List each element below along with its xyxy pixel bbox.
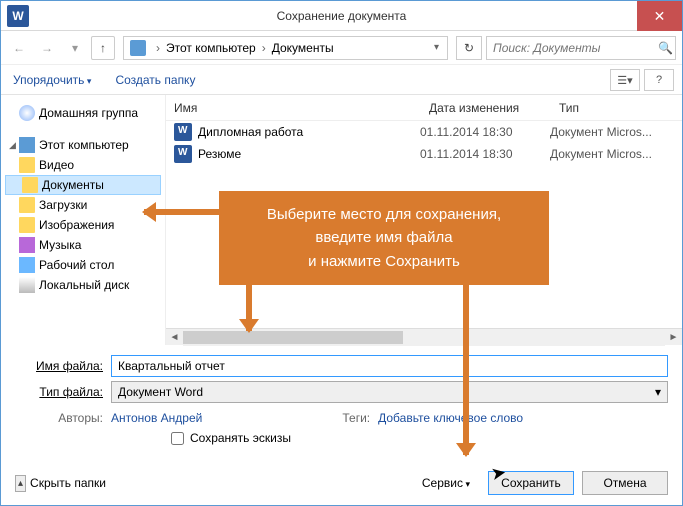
refresh-button[interactable]: ↻ — [456, 36, 482, 60]
tags-label: Теги: — [342, 411, 370, 425]
sidebar-item-desktop[interactable]: Рабочий стол — [1, 255, 165, 275]
callout-arrow-filename — [246, 281, 252, 331]
titlebar: W Сохранение документа ✕ — [1, 1, 682, 31]
authors-label: Авторы: — [15, 411, 103, 425]
hide-folders-button[interactable]: Скрыть папки — [15, 475, 106, 492]
back-button[interactable]: ← — [7, 36, 31, 60]
callout-arrow-left — [144, 209, 219, 215]
breadcrumb-dropdown-icon[interactable]: ▾ — [434, 42, 439, 53]
forward-button[interactable]: → — [35, 36, 59, 60]
search-input[interactable] — [487, 41, 656, 55]
organize-menu[interactable]: Упорядочить — [13, 73, 91, 87]
scroll-left-icon[interactable]: ◄ — [166, 329, 183, 346]
word-app-icon: W — [7, 5, 29, 27]
filename-input[interactable] — [111, 355, 668, 377]
up-button[interactable]: ↑ — [91, 36, 115, 60]
scroll-thumb[interactable] — [183, 331, 403, 344]
authors-value[interactable]: Антонов Андрей — [111, 411, 202, 425]
sidebar-this-pc[interactable]: ◢Этот компьютер — [1, 135, 165, 155]
word-doc-icon — [174, 145, 192, 163]
breadcrumb[interactable]: Этот компьютер Документы ▾ — [123, 36, 448, 60]
fields: Имя файла: Тип файла: Документ Word▾ Авт… — [1, 345, 682, 451]
tags-value[interactable]: Добавьте ключевое слово — [378, 411, 523, 425]
save-thumbnail-checkbox[interactable] — [171, 432, 184, 445]
breadcrumb-root[interactable]: Этот компьютер — [166, 41, 256, 55]
view-options-button[interactable]: ☰▾ — [610, 69, 640, 91]
sidebar-item-documents[interactable]: Документы — [5, 175, 161, 195]
column-type[interactable]: Тип — [551, 101, 682, 115]
new-folder-button[interactable]: Создать папку — [115, 73, 195, 87]
callout-arrow-save — [463, 281, 469, 455]
filetype-select[interactable]: Документ Word▾ — [111, 381, 668, 403]
recent-dropdown-button[interactable]: ▾ — [63, 36, 87, 60]
tools-menu[interactable]: Сервис — [422, 476, 470, 490]
help-button[interactable]: ? — [644, 69, 674, 91]
column-date[interactable]: Дата изменения — [421, 101, 551, 115]
scroll-right-icon[interactable]: ► — [665, 329, 682, 346]
column-headers: Имя Дата изменения Тип — [166, 95, 682, 121]
sidebar-item-music[interactable]: Музыка — [1, 235, 165, 255]
footer: Скрыть папки Сервис Сохранить Отмена — [1, 451, 682, 505]
filename-label: Имя файла: — [15, 359, 103, 373]
sidebar-homegroup[interactable]: Домашняя группа — [1, 103, 165, 123]
word-doc-icon — [174, 123, 192, 141]
filetype-label: Тип файла: — [15, 385, 103, 399]
sidebar-item-video[interactable]: Видео — [1, 155, 165, 175]
save-thumbnail-label: Сохранять эскизы — [190, 431, 291, 445]
column-name[interactable]: Имя — [166, 101, 421, 115]
breadcrumb-folder[interactable]: Документы — [272, 41, 334, 55]
window-title: Сохранение документа — [1, 9, 682, 23]
search-icon[interactable]: 🔍 — [656, 41, 675, 55]
toolbar: Упорядочить Создать папку ☰▾ ? — [1, 65, 682, 95]
file-row[interactable]: Резюме 01.11.2014 18:30 Документ Micros.… — [166, 143, 682, 165]
instruction-callout: Выберите место для сохранения, введите и… — [219, 191, 549, 285]
chevron-down-icon: ▾ — [655, 385, 661, 399]
cancel-button[interactable]: Отмена — [582, 471, 668, 495]
search-box[interactable]: 🔍 — [486, 36, 676, 60]
pc-icon — [130, 40, 146, 56]
sidebar-item-disk[interactable]: Локальный диск — [1, 275, 165, 295]
navbar: ← → ▾ ↑ Этот компьютер Документы ▾ ↻ 🔍 — [1, 31, 682, 65]
close-button[interactable]: ✕ — [637, 1, 682, 31]
file-row[interactable]: Дипломная работа 01.11.2014 18:30 Докуме… — [166, 121, 682, 143]
